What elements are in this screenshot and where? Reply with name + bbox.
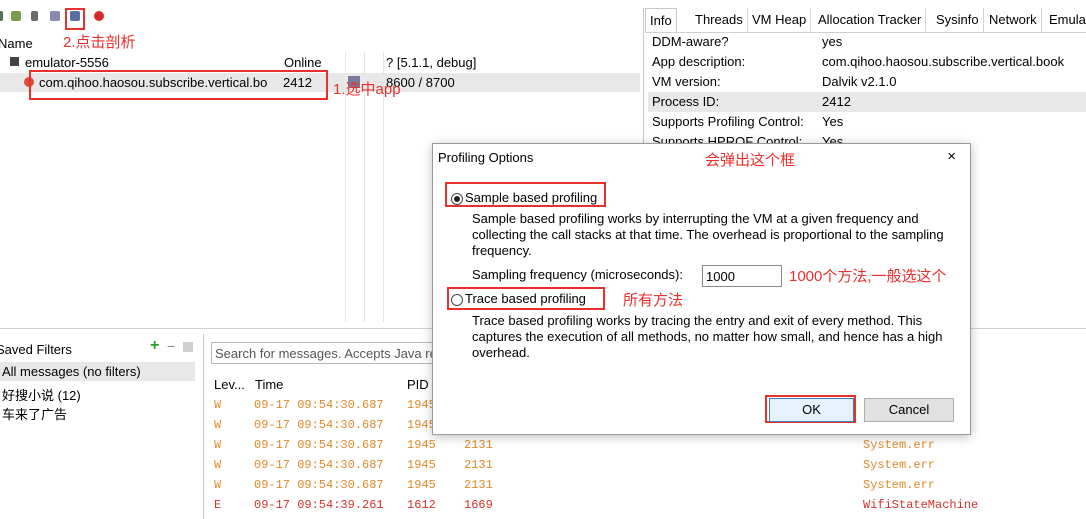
filter-item-all[interactable]: All messages (no filters) <box>0 362 195 381</box>
annotation-step1: 1.选中app <box>333 81 401 98</box>
column-level: Lev... <box>214 377 245 392</box>
column-name: Name <box>0 36 33 51</box>
sampling-frequency-label: Sampling frequency (microseconds): <box>472 267 683 282</box>
info-row-vm-version: VM version: Dalvik v2.1.0 <box>652 74 897 89</box>
filter-item-haosou[interactable]: 好搜小说 (12) <box>2 385 81 404</box>
dump-hprof-icon[interactable] <box>31 11 38 21</box>
tab-emulator[interactable]: Emula <box>1045 8 1086 32</box>
debug-icon[interactable] <box>0 11 3 21</box>
app-select-highlight <box>29 70 328 100</box>
annotation-frequency: 1000个方法,一般选这个 <box>789 268 947 285</box>
filter-item-chelaile[interactable]: 车来了广告 <box>2 404 67 423</box>
saved-filters-title: Saved Filters <box>0 342 72 357</box>
annotation-popup: 会弹出这个框 <box>705 152 796 169</box>
log-row: E 09-17 09:54:39.261 1612 1669 WifiStateMach… <box>214 498 979 512</box>
trace-description: Trace based profiling works by tracing t… <box>472 313 943 360</box>
tab-info[interactable]: Info <box>645 8 677 33</box>
log-row: W 09-17 09:54:30.687 1945 2131 System.err <box>214 478 936 492</box>
sample-highlight <box>445 182 606 207</box>
ok-button[interactable]: OK <box>769 398 854 422</box>
log-row: W 09-17 09:54:30.687 1945 2131 System.err <box>214 458 936 472</box>
info-row-description: App description: com.qihoo.haosou.subscri… <box>652 54 1065 69</box>
annotation-trace: 所有方法 <box>623 292 684 309</box>
sample-description: Sample based profiling works by interrup… <box>472 211 944 258</box>
device-name: emulator-5556 <box>25 55 109 70</box>
close-icon[interactable]: × <box>947 148 956 165</box>
update-heap-icon[interactable] <box>11 11 21 21</box>
tab-vm-heap[interactable]: VM Heap <box>748 8 812 32</box>
column-time: Time <box>255 377 284 392</box>
device-status: Online <box>284 55 322 70</box>
sampling-frequency-input[interactable]: 1000 <box>702 265 782 287</box>
edit-filter-icon[interactable] <box>183 342 193 352</box>
log-row: W 09-17 09:54:30.687 1945 2131 System.err <box>214 438 936 452</box>
info-row-process-id: Process ID: 2412 <box>648 92 1086 112</box>
info-row-profiling: Supports Profiling Control: Yes <box>652 114 844 129</box>
device-list-header: Name <box>0 33 640 51</box>
trace-highlight <box>447 287 605 310</box>
stop-process-icon[interactable] <box>94 11 104 21</box>
remove-filter-button[interactable]: − <box>167 338 175 354</box>
add-filter-button[interactable]: + <box>150 337 159 355</box>
cancel-button[interactable]: Cancel <box>864 398 954 422</box>
profiling-options-dialog: Profiling Options 会弹出这个框 × Sample based … <box>432 143 971 435</box>
saved-filters-panel: Saved Filters + − All messages (no filte… <box>0 334 200 519</box>
dialog-title: Profiling Options <box>438 150 534 165</box>
device-icon <box>10 57 19 66</box>
tab-threads[interactable]: Threads <box>691 8 748 32</box>
update-threads-icon[interactable] <box>50 11 60 21</box>
devices-toolbar: 2.点击剖析 <box>0 0 640 51</box>
column-pid: PID <box>407 377 429 392</box>
info-row-ddm: DDM-aware? yes <box>652 34 843 49</box>
tab-allocation-tracker[interactable]: Allocation Tracker <box>814 8 927 32</box>
device-version: ? [5.1.1, debug] <box>386 55 477 70</box>
profiling-highlight <box>65 8 85 30</box>
tab-sysinfo[interactable]: Sysinfo <box>932 8 984 32</box>
info-tabs: Info Threads VM Heap Allocation Tracker … <box>645 8 1086 33</box>
tab-network[interactable]: Network <box>985 8 1042 32</box>
